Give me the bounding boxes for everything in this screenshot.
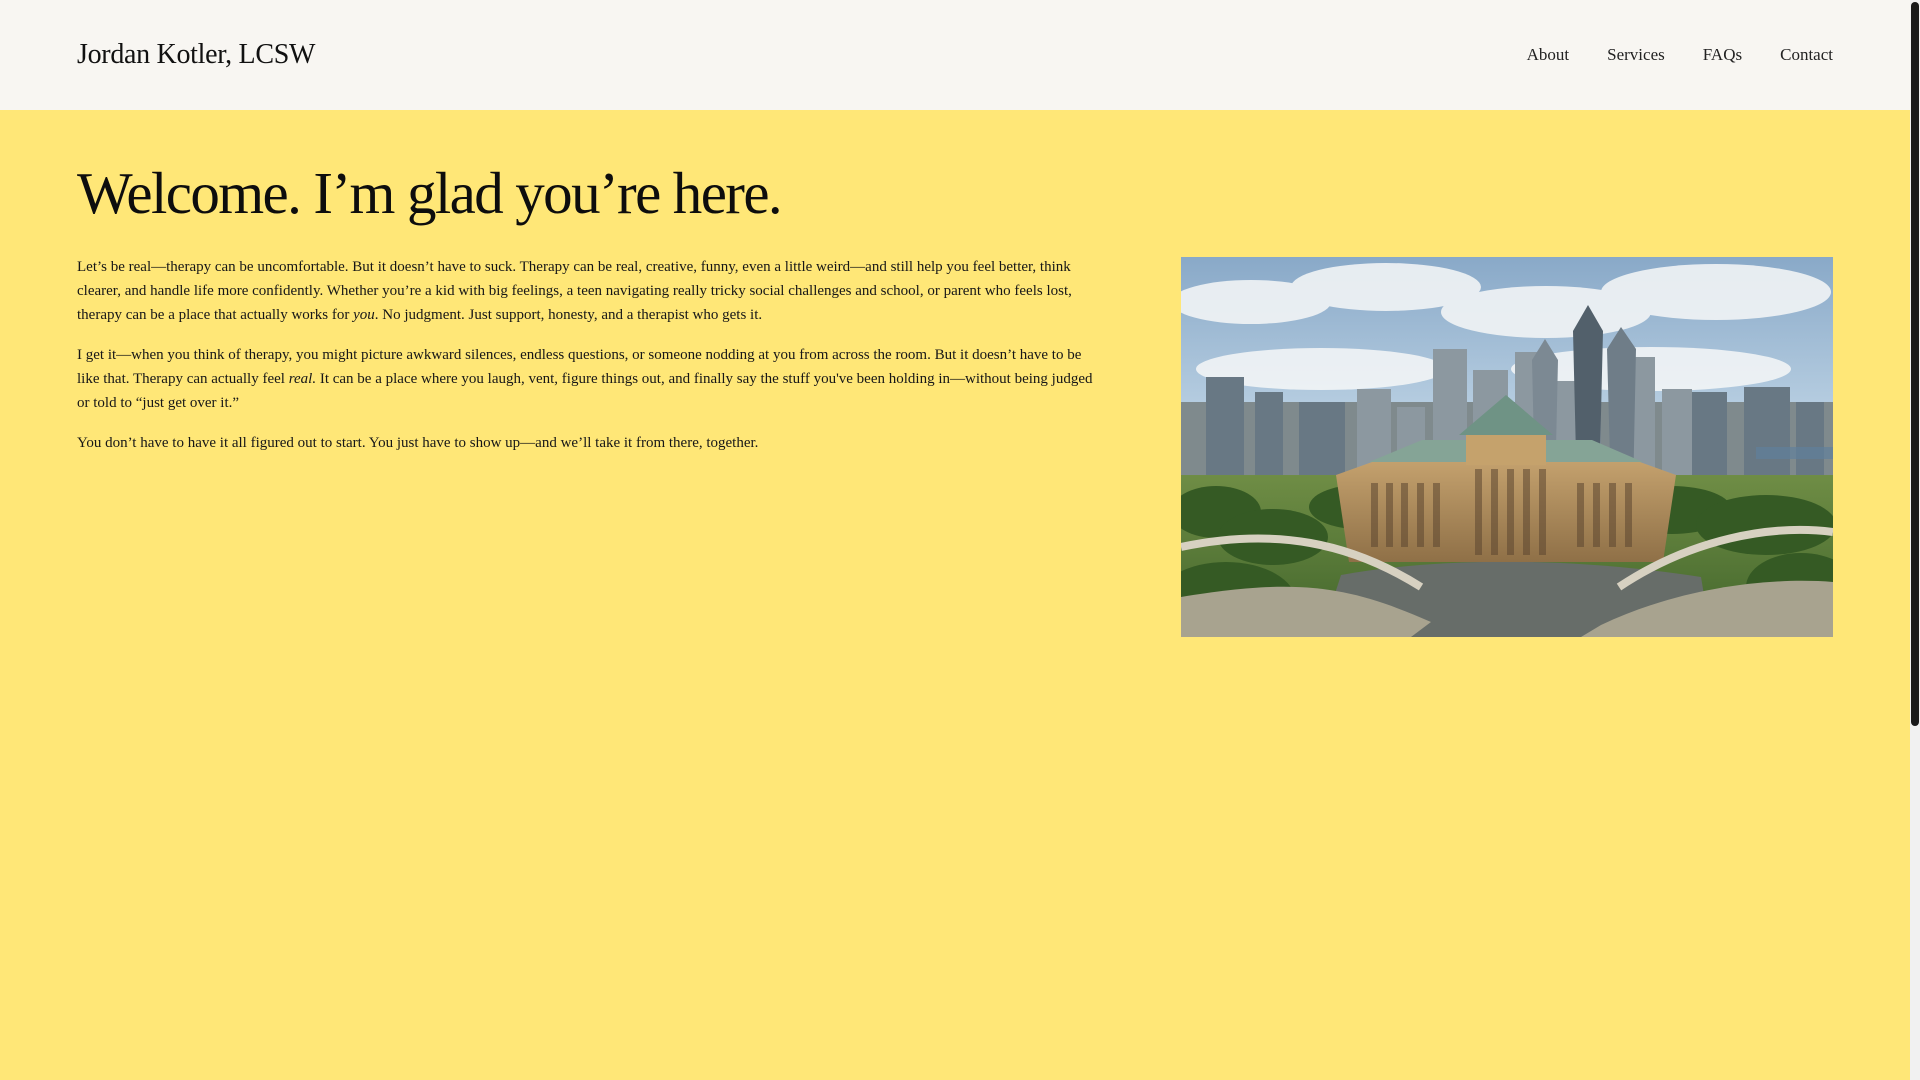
site-title-link[interactable]: Jordan Kotler, LCSW: [77, 39, 315, 71]
paragraph-therapy-emphasis: real.: [288, 371, 317, 387]
nav-link-faqs[interactable]: FAQs: [1703, 45, 1742, 65]
nav-link-contact[interactable]: Contact: [1780, 45, 1833, 65]
scrollbar-thumb[interactable]: [1911, 2, 1919, 726]
philadelphia-skyline-image: [1181, 257, 1833, 637]
page-headline: Welcome. I’m glad you’re here.: [77, 160, 783, 226]
page: Jordan Kotler, LCSW About Services FAQs …: [0, 0, 1920, 1080]
main-content: Welcome. I’m glad you’re here. Let’s be …: [77, 110, 1833, 1080]
paragraph-intro-text-b: . No judgment. Just support, honesty, an…: [374, 307, 763, 323]
welcome-copy: Let’s be real—therapy can be uncomfortab…: [77, 255, 1102, 471]
nav-link-services[interactable]: Services: [1607, 45, 1665, 65]
site-header: Jordan Kotler, LCSW About Services FAQs …: [0, 0, 1910, 110]
paragraph-therapy: I get it—when you think of therapy, you …: [77, 343, 1102, 415]
nav-link-about[interactable]: About: [1527, 45, 1570, 65]
main-navigation: About Services FAQs Contact: [1527, 45, 1833, 65]
page-scrollbar[interactable]: [1910, 0, 1920, 1080]
paragraph-start: You don’t have to have it all figured ou…: [77, 435, 759, 451]
paragraph-intro-emphasis: you: [353, 307, 375, 323]
paragraph-intro: Let’s be real—therapy can be uncomfortab…: [77, 255, 1102, 327]
